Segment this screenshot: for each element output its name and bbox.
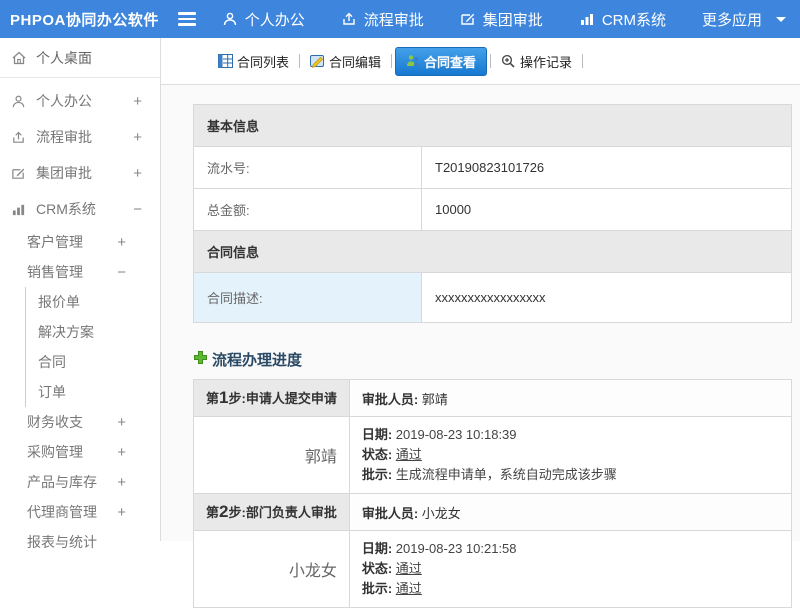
tab-contract-list[interactable]: 合同列表 [211,48,296,75]
tab-divider [490,54,491,68]
topnav-item-more-apps[interactable]: 更多应用 [702,9,786,30]
sidebar-item-agent-mgmt[interactable]: 代理商管理 + [0,497,160,527]
section-title: 基本信息 [194,105,792,147]
sidebar-menu: 个人办公 + 流程审批 + 集团审批 + CRM系统 − 客户管理 + 销售管理… [0,78,160,557]
contract-info-table: 基本信息 流水号: T20190823101726 总金额: 10000 合同信… [193,104,792,323]
home-icon [10,50,27,66]
table-row: 合同描述: xxxxxxxxxxxxxxxxx [194,273,792,323]
field-value: T20190823101726 [422,147,792,189]
sidebar-item-order[interactable]: 订单 [26,377,160,407]
sidebar-item-finance[interactable]: 财务收支 + [0,407,160,437]
sidebar-item-group-approval[interactable]: 集团审批 + [0,155,160,191]
zoom-plus-icon [501,54,516,69]
field-label: 总金额: [194,189,422,231]
topnav-item-workflow-approval[interactable]: 流程审批 [341,9,424,30]
approver-cell: 审批人员: 小龙女 [349,494,791,531]
approver-cell: 审批人员: 郭靖 [349,380,791,417]
status-value: 通过 [396,561,422,576]
sidebar-item-workflow-approval[interactable]: 流程审批 + [0,119,160,155]
field-label: 合同描述: [194,273,422,323]
sidebar-item-personal-desktop[interactable]: 个人桌面 [0,38,160,78]
chart-icon [579,11,595,27]
process-progress-header: 流程办理进度 [193,349,792,370]
plus-icon [193,350,208,369]
app-title: PHPOA协同办公软件 [0,9,178,30]
contract-view-panel: 基本信息 流水号: T20190823101726 总金额: 10000 合同信… [161,85,800,608]
workflow-icon [341,11,357,27]
collapse-icon[interactable]: − [133,201,142,218]
table-icon [218,54,233,68]
sidebar-item-sales-mgmt[interactable]: 销售管理 − [0,257,160,287]
step-title: 第2步:部门负责人审批 [194,494,350,531]
user-icon [10,94,27,109]
field-value: xxxxxxxxxxxxxxxxx [422,273,792,323]
section-header-row: 合同信息 [194,231,792,273]
field-label: 流水号: [194,147,422,189]
expand-icon[interactable]: + [133,165,142,182]
sidebar-item-solution[interactable]: 解决方案 [26,317,160,347]
expand-icon[interactable]: + [117,234,126,251]
top-bar: PHPOA协同办公软件 个人办公 流程审批 集团审批 CRM系统 更多应用 [0,0,800,38]
edit-icon [460,11,476,27]
sidebar: 个人桌面 个人办公 + 流程审批 + 集团审批 + CRM系统 − 客户管理 +… [0,38,161,541]
edit-icon [310,54,325,68]
step-detail-row: 郭靖 日期: 2019-08-23 10:18:39 状态: 通过 批示: 生成… [194,417,792,494]
sidebar-item-personal-office[interactable]: 个人办公 + [0,83,160,119]
approver-name: 小龙女 [194,531,350,608]
tab-operation-log[interactable]: 操作记录 [494,48,579,75]
tab-contract-edit[interactable]: 合同编辑 [303,48,388,75]
menu-toggle-icon[interactable] [178,12,196,26]
chart-icon [10,202,27,217]
topnav-item-crm[interactable]: CRM系统 [579,9,666,30]
sidebar-item-products-inventory[interactable]: 产品与库存 + [0,467,160,497]
expand-icon[interactable]: + [117,474,126,491]
tab-divider [582,54,583,68]
step-detail-cell: 日期: 2019-08-23 10:21:58 状态: 通过 批示: 通过 [349,531,791,608]
sidebar-item-quotation[interactable]: 报价单 [26,287,160,317]
expand-icon[interactable]: + [117,504,126,521]
sidebar-item-customer-mgmt[interactable]: 客户管理 + [0,227,160,257]
status-value: 通过 [396,447,422,462]
step-title: 第1步:申请人提交申请 [194,380,350,417]
sidebar-item-purchase[interactable]: 采购管理 + [0,437,160,467]
edit-icon [10,166,27,181]
top-nav: 个人办公 流程审批 集团审批 CRM系统 更多应用 [222,9,800,30]
expand-icon[interactable]: + [133,129,142,146]
main-area: 合同列表 合同编辑 合同查看 操作记录 基本信息 流水号: T201908231… [161,38,800,541]
expand-icon[interactable]: + [117,444,126,461]
remark-value: 通过 [396,581,422,596]
table-row: 流水号: T20190823101726 [194,147,792,189]
caret-down-icon [776,17,786,22]
sidebar-item-contract[interactable]: 合同 [26,347,160,377]
step-header-row: 第1步:申请人提交申请 审批人员: 郭靖 [194,380,792,417]
approver-name: 郭靖 [194,417,350,494]
topnav-item-group-approval[interactable]: 集团审批 [460,9,543,30]
table-row: 总金额: 10000 [194,189,792,231]
user-icon [222,11,238,27]
expand-icon[interactable]: + [133,93,142,110]
view-icon [406,54,420,68]
collapse-icon[interactable]: − [117,264,126,281]
tab-bar: 合同列表 合同编辑 合同查看 操作记录 [161,38,800,85]
expand-icon[interactable]: + [117,414,126,431]
tab-contract-view[interactable]: 合同查看 [395,47,487,76]
sidebar-item-reports[interactable]: 报表与统计 [0,527,160,557]
step-header-row: 第2步:部门负责人审批 审批人员: 小龙女 [194,494,792,531]
tab-divider [299,54,300,68]
step-detail-cell: 日期: 2019-08-23 10:18:39 状态: 通过 批示: 生成流程申… [349,417,791,494]
topnav-item-personal-office[interactable]: 个人办公 [222,9,305,30]
sales-submenu: 报价单 解决方案 合同 订单 [25,287,160,407]
tab-divider [391,54,392,68]
section-title: 合同信息 [194,231,792,273]
step-detail-row: 小龙女 日期: 2019-08-23 10:21:58 状态: 通过 批示: 通… [194,531,792,608]
field-value: 10000 [422,189,792,231]
process-steps-table: 第1步:申请人提交申请 审批人员: 郭靖 郭靖 日期: 2019-08-23 1… [193,379,792,608]
section-title: 流程办理进度 [212,349,302,370]
sidebar-item-crm[interactable]: CRM系统 − [0,191,160,227]
workflow-icon [10,130,27,145]
section-header-row: 基本信息 [194,105,792,147]
